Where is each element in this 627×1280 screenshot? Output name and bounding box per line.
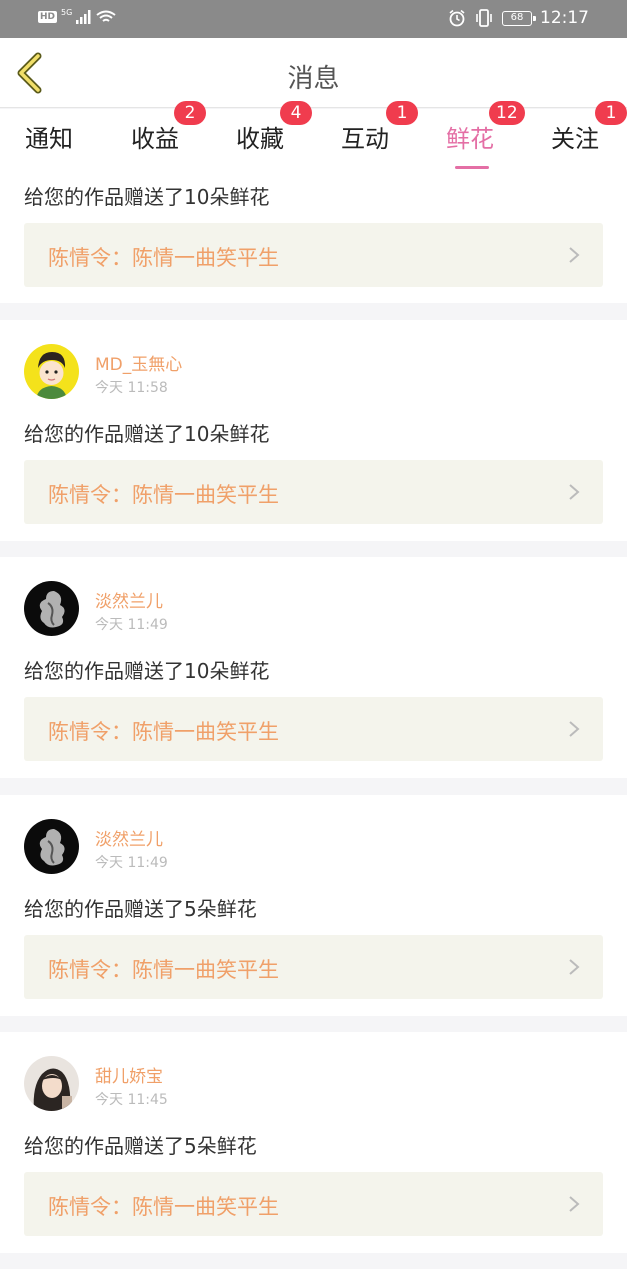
message-text: 给您的作品赠送了5朵鲜花 <box>24 1134 257 1158</box>
chevron-right-icon <box>569 1196 580 1212</box>
sender-row: 淡然兰儿 今天 11:49 <box>24 581 424 637</box>
message-text: 给您的作品赠送了5朵鲜花 <box>24 897 257 921</box>
badge-interactions: 1 <box>386 101 418 125</box>
badge-following: 1 <box>595 101 627 125</box>
message-card-partial <box>0 1269 627 1280</box>
tab-label: 通知 <box>25 125 73 153</box>
sender-row: 甜儿娇宝 今天 11:45 <box>24 1056 424 1112</box>
chevron-right-icon <box>569 721 580 737</box>
avatar[interactable] <box>24 581 79 636</box>
work-title: 陈情令：陈情一曲笑平生 <box>48 483 279 507</box>
active-tab-indicator <box>455 166 489 169</box>
sender-name[interactable]: 甜儿娇宝 <box>95 1062 163 1087</box>
work-link[interactable]: 陈情令：陈情一曲笑平生 <box>24 1172 603 1236</box>
message-card: 淡然兰儿 今天 11:49 给您的作品赠送了5朵鲜花 陈情令：陈情一曲笑平生 <box>0 795 627 1016</box>
message-text: 给您的作品赠送了10朵鲜花 <box>24 422 270 446</box>
tab-label: 收益 <box>131 125 179 153</box>
tab-label: 鲜花 <box>446 125 494 153</box>
chevron-right-icon <box>569 247 580 263</box>
tab-favorites[interactable]: 收藏 <box>236 119 284 163</box>
tab-earnings[interactable]: 收益 <box>131 119 179 163</box>
tab-bar: 通知 收益 收藏 互动 鲜花 关注 <box>0 109 627 171</box>
hd-indicator: HD <box>38 11 58 23</box>
status-bar: HD 5G 68 12:17 <box>0 0 627 38</box>
work-link[interactable]: 陈情令：陈情一曲笑平生 <box>24 697 603 761</box>
avatar[interactable] <box>24 1056 79 1111</box>
work-link[interactable]: 陈情令：陈情一曲笑平生 <box>24 935 603 999</box>
message-time: 今天 11:49 <box>95 855 168 871</box>
network-type: 5G <box>61 7 73 17</box>
avatar-image <box>24 1056 79 1111</box>
work-title: 陈情令：陈情一曲笑平生 <box>48 246 279 270</box>
tab-notifications[interactable]: 通知 <box>25 119 73 163</box>
tab-flowers[interactable]: 鲜花 <box>446 119 494 169</box>
signal-icon <box>76 10 91 24</box>
avatar[interactable] <box>24 344 79 399</box>
tab-interactions[interactable]: 互动 <box>341 119 389 163</box>
chevron-right-icon <box>569 959 580 975</box>
message-time: 今天 11:45 <box>95 1092 168 1108</box>
status-right: 68 12:17 <box>448 8 589 28</box>
tab-following[interactable]: 关注 <box>551 119 599 163</box>
status-left: HD 5G <box>38 7 116 24</box>
badge-favorites: 4 <box>280 101 312 125</box>
avatar-image <box>24 819 79 874</box>
battery-indicator: 68 <box>502 10 536 26</box>
avatar-image <box>24 344 79 399</box>
sender-name[interactable]: MD_玉無心 <box>95 350 182 375</box>
message-card: 甜儿娇宝 今天 11:45 给您的作品赠送了5朵鲜花 陈情令：陈情一曲笑平生 <box>0 1032 627 1253</box>
title-bar: 消息 <box>0 38 627 108</box>
message-time: 今天 11:58 <box>95 380 168 396</box>
work-link[interactable]: 陈情令：陈情一曲笑平生 <box>24 223 603 287</box>
sender-name[interactable]: 淡然兰儿 <box>95 587 163 612</box>
sender-row: MD_玉無心 今天 11:58 <box>24 344 424 400</box>
message-time: 今天 11:49 <box>95 617 168 633</box>
tab-label: 收藏 <box>236 125 284 153</box>
work-title: 陈情令：陈情一曲笑平生 <box>48 1195 279 1219</box>
work-link[interactable]: 陈情令：陈情一曲笑平生 <box>24 460 603 524</box>
avatar[interactable] <box>24 819 79 874</box>
message-card: MD_玉無心 今天 11:58 给您的作品赠送了10朵鲜花 陈情令：陈情一曲笑平… <box>0 320 627 541</box>
tab-label: 关注 <box>551 125 599 153</box>
sender-name[interactable]: 淡然兰儿 <box>95 825 163 850</box>
clock: 12:17 <box>540 8 589 28</box>
wifi-icon <box>96 10 116 22</box>
work-title: 陈情令：陈情一曲笑平生 <box>48 958 279 982</box>
message-card: 给您的作品赠送了10朵鲜花 陈情令：陈情一曲笑平生 <box>0 171 627 303</box>
badge-flowers: 12 <box>489 101 525 125</box>
vibrate-icon <box>476 9 492 27</box>
badge-earnings: 2 <box>174 101 206 125</box>
tab-label: 互动 <box>341 125 389 153</box>
avatar-image <box>24 581 79 636</box>
sender-row: 淡然兰儿 今天 11:49 <box>24 819 424 875</box>
work-title: 陈情令：陈情一曲笑平生 <box>48 720 279 744</box>
chevron-right-icon <box>569 484 580 500</box>
page-title: 消息 <box>287 64 340 94</box>
message-text: 给您的作品赠送了10朵鲜花 <box>24 659 270 683</box>
alarm-icon <box>449 9 465 27</box>
message-card: 淡然兰儿 今天 11:49 给您的作品赠送了10朵鲜花 陈情令：陈情一曲笑平生 <box>0 557 627 778</box>
message-text: 给您的作品赠送了10朵鲜花 <box>24 185 270 209</box>
